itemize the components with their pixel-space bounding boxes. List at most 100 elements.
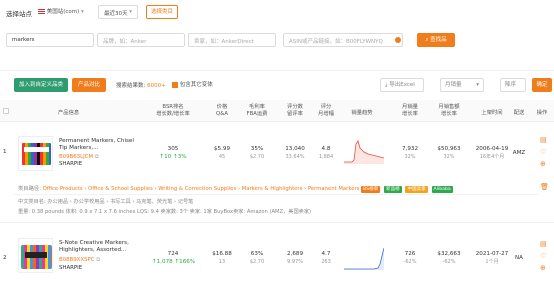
product-image[interactable] — [18, 136, 53, 171]
tag-bs: BS榜单 — [361, 186, 381, 193]
detail-divider — [14, 194, 538, 195]
marker-pack-label — [24, 147, 49, 152]
column-price[interactable]: 价格 Q&A — [210, 104, 234, 118]
launch-date-value: 2021-07-27 — [475, 251, 509, 257]
product-asin[interactable]: B08B9XXSPC ⧉ — [59, 257, 100, 264]
table-header — [0, 100, 554, 122]
asin-input[interactable]: ASIN或产品链接，如：B00FLYWNYQ — [283, 33, 403, 47]
review-rate-value: 9.97% — [287, 259, 303, 265]
keyword-input-value: markers — [12, 37, 35, 43]
fulfillment-value: AMZ — [512, 150, 526, 156]
rating-value: 4.7 — [321, 251, 331, 257]
delete-icon[interactable]: 🗑 — [540, 183, 549, 191]
bsr-change: ↑1,078 ↑166% — [152, 259, 196, 265]
product-asin[interactable]: B09B63LJCM ⧉ — [59, 154, 99, 161]
export-excel-button[interactable]: ⤓ 导出Excel — [380, 78, 424, 92]
rating-value: 4.8 — [321, 146, 331, 152]
column-monthly-revenue[interactable]: 月销售额 增长率 — [430, 104, 468, 118]
gross-value: 35% — [250, 146, 264, 152]
select-category-button[interactable]: 选择类目 — [146, 5, 178, 19]
sort-order-value: 降序 — [505, 82, 517, 88]
product-image[interactable] — [18, 238, 53, 273]
reviews-value: 2,689 — [286, 251, 303, 257]
sort-field-value: 月销量 — [445, 82, 462, 88]
sort-order-select[interactable]: 降序 — [500, 78, 526, 92]
column-fulfillment: 配送 — [511, 110, 527, 117]
chart-icon[interactable]: ▤ — [540, 136, 548, 144]
date-select[interactable]: 最近30天 ▾ — [98, 5, 138, 19]
search-button[interactable]: ⌕ 查找品 — [417, 33, 455, 47]
column-reviews-label: 评分数 留评率 — [287, 104, 303, 117]
fba-value: $2.70 — [249, 259, 265, 265]
checkbox-icon — [172, 81, 178, 88]
include-variants-checkbox[interactable]: 包含其它变体 — [172, 80, 213, 88]
product-title[interactable]: Permanent Markers, Chisel Tip Markers,..… — [59, 138, 139, 152]
reviews-value: 13,040 — [285, 146, 305, 152]
sales-trend-sparkline[interactable] — [344, 244, 384, 270]
column-price-label: 价格 Q&A — [216, 104, 228, 117]
product-brand: SHARPIE — [59, 265, 83, 271]
column-monthly-sales-label: 月销量 增长率 — [402, 104, 418, 117]
table-row — [0, 124, 554, 180]
column-monthly-sales[interactable]: 月销量 增长率 — [395, 104, 425, 118]
clear-icon[interactable] — [395, 37, 401, 43]
marker-pack-label — [25, 252, 47, 258]
date-select-value: 最近30天 — [104, 11, 128, 17]
copy-icon[interactable]: ⧉ — [96, 257, 100, 263]
launch-age-value: 16年4个月 — [479, 154, 505, 160]
row-index: 1 — [3, 149, 7, 155]
seller-input[interactable]: 卖家，如：AnkerDirect — [188, 33, 276, 47]
category-path-label: 类目路径: — [18, 186, 41, 192]
rating-inc-value: 1,884 — [318, 154, 334, 160]
add-to-custom-category-button[interactable]: 加入到自定义品类 — [14, 78, 68, 92]
chevron-down-icon: ▾ — [476, 82, 479, 88]
fba-value: $2.70 — [249, 154, 265, 160]
row-divider — [0, 222, 554, 223]
rating-inc-value: 263 — [321, 259, 331, 265]
search-icon: ⌕ — [425, 37, 429, 43]
favorite-icon[interactable]: ⊕ — [540, 264, 548, 272]
flag-icon — [38, 9, 45, 14]
copy-icon[interactable]: ⧉ — [95, 154, 99, 160]
column-gross[interactable]: 毛利率 FBA运费 — [242, 104, 272, 118]
column-launch-label: 上架时间 — [481, 110, 503, 116]
monthly-sales-value: 7,932 — [401, 146, 418, 152]
result-count-value: 6000+ — [147, 83, 166, 89]
column-product-info: 产品信息 — [58, 110, 80, 116]
confirm-button[interactable]: 确定 — [532, 78, 552, 92]
download-icon: ⤓ — [385, 82, 388, 88]
site-label: 选择站点 — [6, 10, 32, 18]
sort-field-select[interactable]: 月销量 ▾ — [440, 78, 484, 92]
column-launch[interactable]: 上架时间 — [472, 110, 512, 117]
revenue-growth-value: 32% — [443, 154, 455, 160]
row-index: 2 — [3, 255, 7, 261]
bsr-value: 724 — [167, 251, 179, 257]
sales-trend-sparkline[interactable] — [344, 138, 384, 164]
column-reviews[interactable]: 评分数 留评率 — [280, 104, 310, 118]
chart-icon[interactable]: ▤ — [540, 240, 548, 248]
favorite-icon[interactable]: ⊕ — [540, 160, 548, 168]
product-asin-value: B08B9XXSPC — [59, 257, 95, 263]
chevron-down-icon: ▾ — [129, 9, 132, 15]
heart-icon[interactable]: ♡ — [540, 148, 548, 156]
site-select[interactable]: 美国站(com) ▾ — [38, 6, 98, 18]
site-select-value: 美国站(com) — [46, 9, 80, 15]
revenue-growth-value: -62% — [442, 259, 456, 265]
column-bsr[interactable]: BSR排名 增长数/增长率 — [152, 104, 194, 118]
include-variants-label: 包含其它变体 — [179, 82, 213, 88]
product-spec-line: 重量: 0.38 pounds 体积: 0.9 x 7.1 x 7.6 inch… — [18, 209, 312, 215]
keyword-input[interactable]: markers — [6, 33, 94, 47]
heart-icon[interactable]: ♡ — [540, 252, 548, 260]
fulfillment-value: NA — [514, 255, 523, 261]
column-fulfillment-label: 配送 — [513, 110, 525, 116]
brand-input[interactable]: 品牌，如：Anker — [97, 33, 185, 47]
compare-button[interactable]: 产品对比 — [72, 78, 106, 92]
sparkline-area — [344, 248, 384, 270]
sales-growth-value: 32% — [404, 154, 416, 160]
column-rating[interactable]: 评分 月增幅 — [314, 104, 338, 118]
product-title[interactable]: S-Note Creative Markers, Highlighters, A… — [59, 240, 143, 254]
launch-age-value: 1个月 — [485, 259, 499, 265]
bsr-change: ↑10 ↑3% — [159, 154, 187, 160]
select-all-checkbox[interactable] — [3, 108, 9, 114]
category-path-value[interactable]: Office Products › Office & School Suppli… — [43, 186, 360, 192]
